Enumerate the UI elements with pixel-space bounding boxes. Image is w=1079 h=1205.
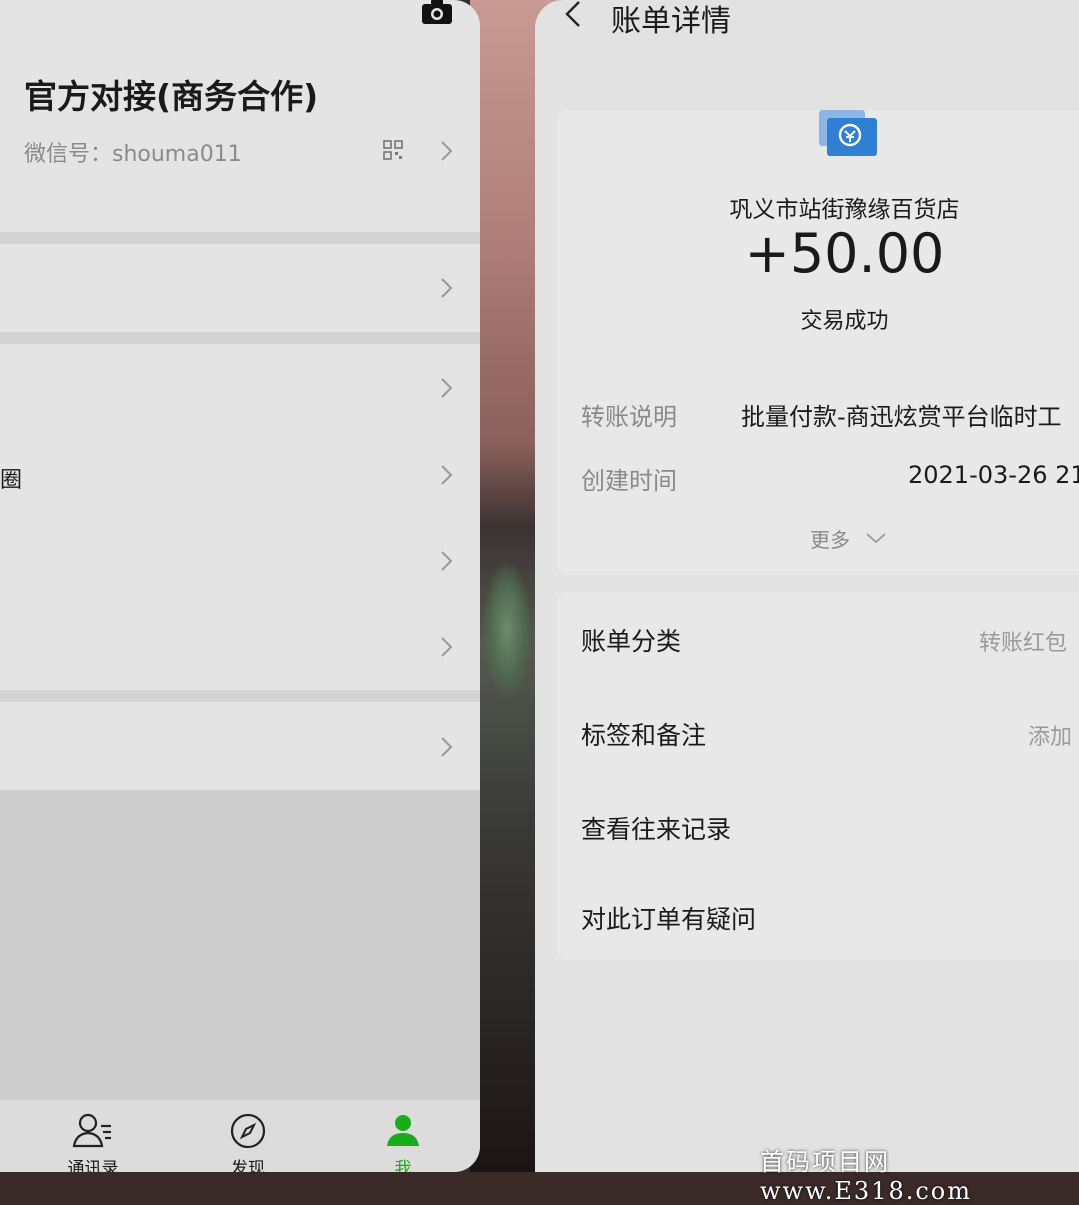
chevron-right-icon (440, 376, 454, 400)
detail-value-description: 批量付款-商迅炫赏平台临时工 (741, 403, 1062, 431)
row-order-question[interactable]: 对此订单有疑问 (557, 870, 1079, 960)
chevron-right-icon (440, 635, 454, 659)
moments-label: 圈 (0, 468, 23, 493)
menu-row-stickers[interactable] (0, 604, 480, 690)
bill-actions-card: 账单分类 转账红包 标签和备注 添加 查看往来记录 对此订单有疑问 (557, 592, 1079, 960)
chevron-down-icon[interactable] (865, 530, 887, 544)
menu-row-cards[interactable] (0, 518, 480, 604)
bottom-nav: 通讯录 发现 我 (0, 1100, 480, 1172)
menu-row-pay[interactable] (0, 244, 480, 332)
row-view-records[interactable]: 查看往来记录 (557, 778, 1079, 870)
detail-label-description: 转账说明 (581, 403, 677, 431)
nav-me[interactable]: 我 (353, 1100, 453, 1172)
order-question-label: 对此订单有疑问 (581, 905, 757, 934)
person-icon (384, 1112, 422, 1154)
more-link[interactable]: 更多 (810, 524, 850, 553)
menu-row-settings[interactable] (0, 702, 480, 790)
nav-discover[interactable]: 发现 (198, 1100, 298, 1172)
site-watermark: 首码项目网 www.E318.com (760, 1148, 973, 1205)
page-title: 账单详情 (611, 4, 731, 39)
compass-icon (229, 1112, 267, 1154)
chevron-right-icon (440, 549, 454, 573)
row-bill-category[interactable]: 账单分类 转账红包 (557, 592, 1079, 684)
wechat-me-screen: 官方对接(商务合作) 微信号：shouma011 圈 通讯录 发现 我 (0, 0, 480, 1172)
contacts-icon (71, 1112, 115, 1154)
bill-category-value: 转账红包 (979, 631, 1068, 656)
section-divider (0, 232, 480, 244)
background-leaf (482, 560, 532, 700)
detail-value-time: 2021-03-26 21: (908, 461, 1079, 489)
nav-discover-label: 发现 (231, 1159, 265, 1172)
bill-summary-card: 巩义市站街豫缘百货店 +50.00 交易成功 转账说明 批量付款-商迅炫赏平台临… (557, 110, 1079, 575)
nav-contacts-label: 通讯录 (67, 1159, 119, 1172)
camera-icon[interactable] (420, 0, 454, 24)
amount: +50.00 (744, 222, 945, 285)
nav-me-label: 我 (394, 1159, 412, 1172)
view-records-label: 查看往来记录 (581, 815, 732, 844)
detail-label-time: 创建时间 (581, 467, 677, 495)
back-arrow-icon[interactable] (563, 0, 583, 32)
section-divider (0, 332, 480, 344)
tags-notes-label: 标签和备注 (581, 721, 707, 750)
red-packet-transfer-icon (819, 110, 879, 162)
bill-category-label: 账单分类 (581, 627, 682, 656)
qr-code-icon[interactable] (383, 140, 403, 160)
bill-detail-screen: 账单详情 巩义市站街豫缘百货店 +50.00 交易成功 转账说明 批量付款-商迅… (535, 0, 1079, 1172)
wechat-id: 微信号：shouma011 (24, 142, 242, 167)
chevron-right-icon[interactable] (440, 139, 454, 163)
profile-name[interactable]: 官方对接(商务合作) (24, 70, 318, 118)
chevron-right-icon (440, 735, 454, 759)
nav-contacts[interactable]: 通讯录 (43, 1100, 143, 1172)
empty-area (0, 790, 480, 1100)
transaction-status: 交易成功 (800, 309, 889, 334)
menu-row-moments[interactable]: 圈 (0, 432, 480, 518)
tags-notes-value[interactable]: 添加 (1028, 719, 1072, 751)
section-divider (0, 690, 480, 702)
chevron-right-icon (440, 463, 454, 487)
payee-name: 巩义市站街豫缘百货店 (729, 197, 960, 223)
row-tags-notes[interactable]: 标签和备注 添加 (557, 684, 1079, 778)
chevron-right-icon (440, 276, 454, 300)
menu-row-favorites[interactable] (0, 344, 480, 432)
